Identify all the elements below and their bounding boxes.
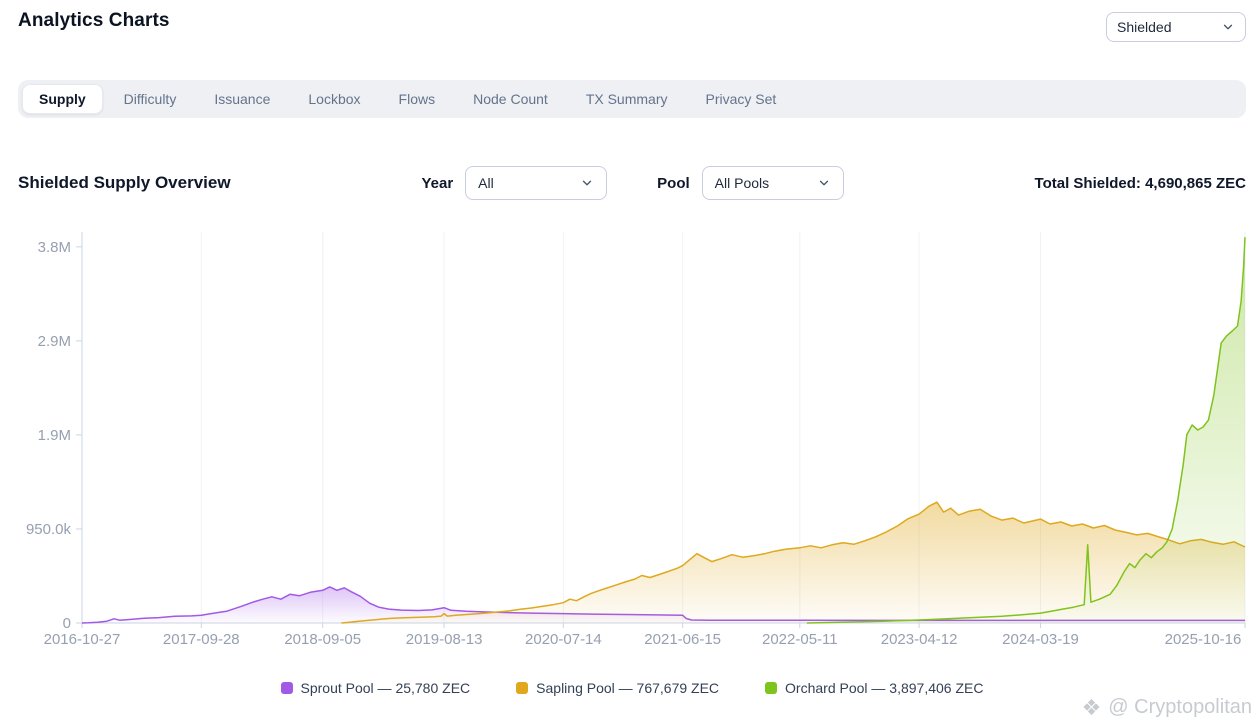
tab-bar: Supply Difficulty Issuance Lockbox Flows… xyxy=(18,80,1246,118)
cryptopolitan-logo-icon: ❖ xyxy=(1082,697,1102,719)
tab-privacy-set[interactable]: Privacy Set xyxy=(689,84,794,114)
legend-item-orchard: Orchard Pool — 3,897,406 ZEC xyxy=(765,680,983,696)
watermark: ❖ @ Cryptopolitan xyxy=(1082,696,1252,719)
svg-text:2021-06-15: 2021-06-15 xyxy=(644,631,721,648)
legend-label: Sapling Pool — 767,679 ZEC xyxy=(536,680,719,696)
section-title: Shielded Supply Overview xyxy=(18,173,231,193)
tab-supply[interactable]: Supply xyxy=(22,84,103,114)
tab-issuance[interactable]: Issuance xyxy=(197,84,287,114)
legend-label: Orchard Pool — 3,897,406 ZEC xyxy=(785,680,983,696)
svg-text:2025-10-16: 2025-10-16 xyxy=(1165,631,1242,648)
chart-legend: Sprout Pool — 25,780 ZEC Sapling Pool — … xyxy=(18,680,1246,696)
sapling-swatch xyxy=(516,682,528,694)
svg-text:2022-05-11: 2022-05-11 xyxy=(762,631,838,648)
tab-difficulty[interactable]: Difficulty xyxy=(107,84,194,114)
view-select[interactable]: Shielded xyxy=(1106,12,1246,42)
pool-select-value: All Pools xyxy=(715,175,769,191)
svg-text:2023-04-12: 2023-04-12 xyxy=(881,631,958,648)
pool-filter-group: Pool All Pools xyxy=(657,166,844,200)
svg-text:2018-09-05: 2018-09-05 xyxy=(284,631,361,648)
chart-canvas: 0 950.0k 1.9M 2.9M 3.8M 2016-10-27 2017-09-28 2… xyxy=(0,226,1260,650)
chevron-down-icon xyxy=(1221,20,1235,34)
tab-lockbox[interactable]: Lockbox xyxy=(291,84,377,114)
year-select[interactable]: All xyxy=(465,166,607,200)
pool-select[interactable]: All Pools xyxy=(702,166,844,200)
sprout-swatch xyxy=(281,682,293,694)
view-select-value: Shielded xyxy=(1117,19,1172,35)
legend-item-sprout: Sprout Pool — 25,780 ZEC xyxy=(281,680,471,696)
svg-text:2017-09-28: 2017-09-28 xyxy=(163,631,240,648)
tab-node-count[interactable]: Node Count xyxy=(456,84,565,114)
page-header: Analytics Charts Shielded xyxy=(18,10,1246,42)
tab-tx-summary[interactable]: TX Summary xyxy=(569,84,685,114)
orchard-swatch xyxy=(765,682,777,694)
svg-text:2.9M: 2.9M xyxy=(38,333,71,350)
svg-text:2020-07-14: 2020-07-14 xyxy=(525,631,602,648)
legend-label: Sprout Pool — 25,780 ZEC xyxy=(301,680,471,696)
chevron-down-icon xyxy=(817,176,831,190)
svg-text:2024-03-19: 2024-03-19 xyxy=(1002,631,1079,648)
total-shielded-value: Total Shielded: 4,690,865 ZEC xyxy=(1035,175,1246,192)
svg-text:2019-08-13: 2019-08-13 xyxy=(406,631,483,648)
legend-item-sapling: Sapling Pool — 767,679 ZEC xyxy=(516,680,719,696)
svg-text:0: 0 xyxy=(63,615,71,632)
tab-flows[interactable]: Flows xyxy=(382,84,453,114)
svg-text:3.8M: 3.8M xyxy=(38,239,71,256)
chart-controls-row: Shielded Supply Overview Year All Pool A… xyxy=(18,166,1246,200)
year-select-value: All xyxy=(478,175,494,191)
analytics-page: Analytics Charts Shielded Supply Difficu… xyxy=(0,0,1260,727)
svg-text:1.9M: 1.9M xyxy=(38,427,71,444)
year-label: Year xyxy=(421,175,453,192)
pool-label: Pool xyxy=(657,175,690,192)
page-title: Analytics Charts xyxy=(18,10,170,32)
svg-text:2016-10-27: 2016-10-27 xyxy=(44,631,121,648)
shielded-supply-chart: 0 950.0k 1.9M 2.9M 3.8M 2016-10-27 2017-09-28 2… xyxy=(0,226,1260,650)
chevron-down-icon xyxy=(580,176,594,190)
watermark-text: @ Cryptopolitan xyxy=(1108,696,1252,719)
year-filter-group: Year All xyxy=(421,166,607,200)
svg-text:950.0k: 950.0k xyxy=(26,521,72,538)
